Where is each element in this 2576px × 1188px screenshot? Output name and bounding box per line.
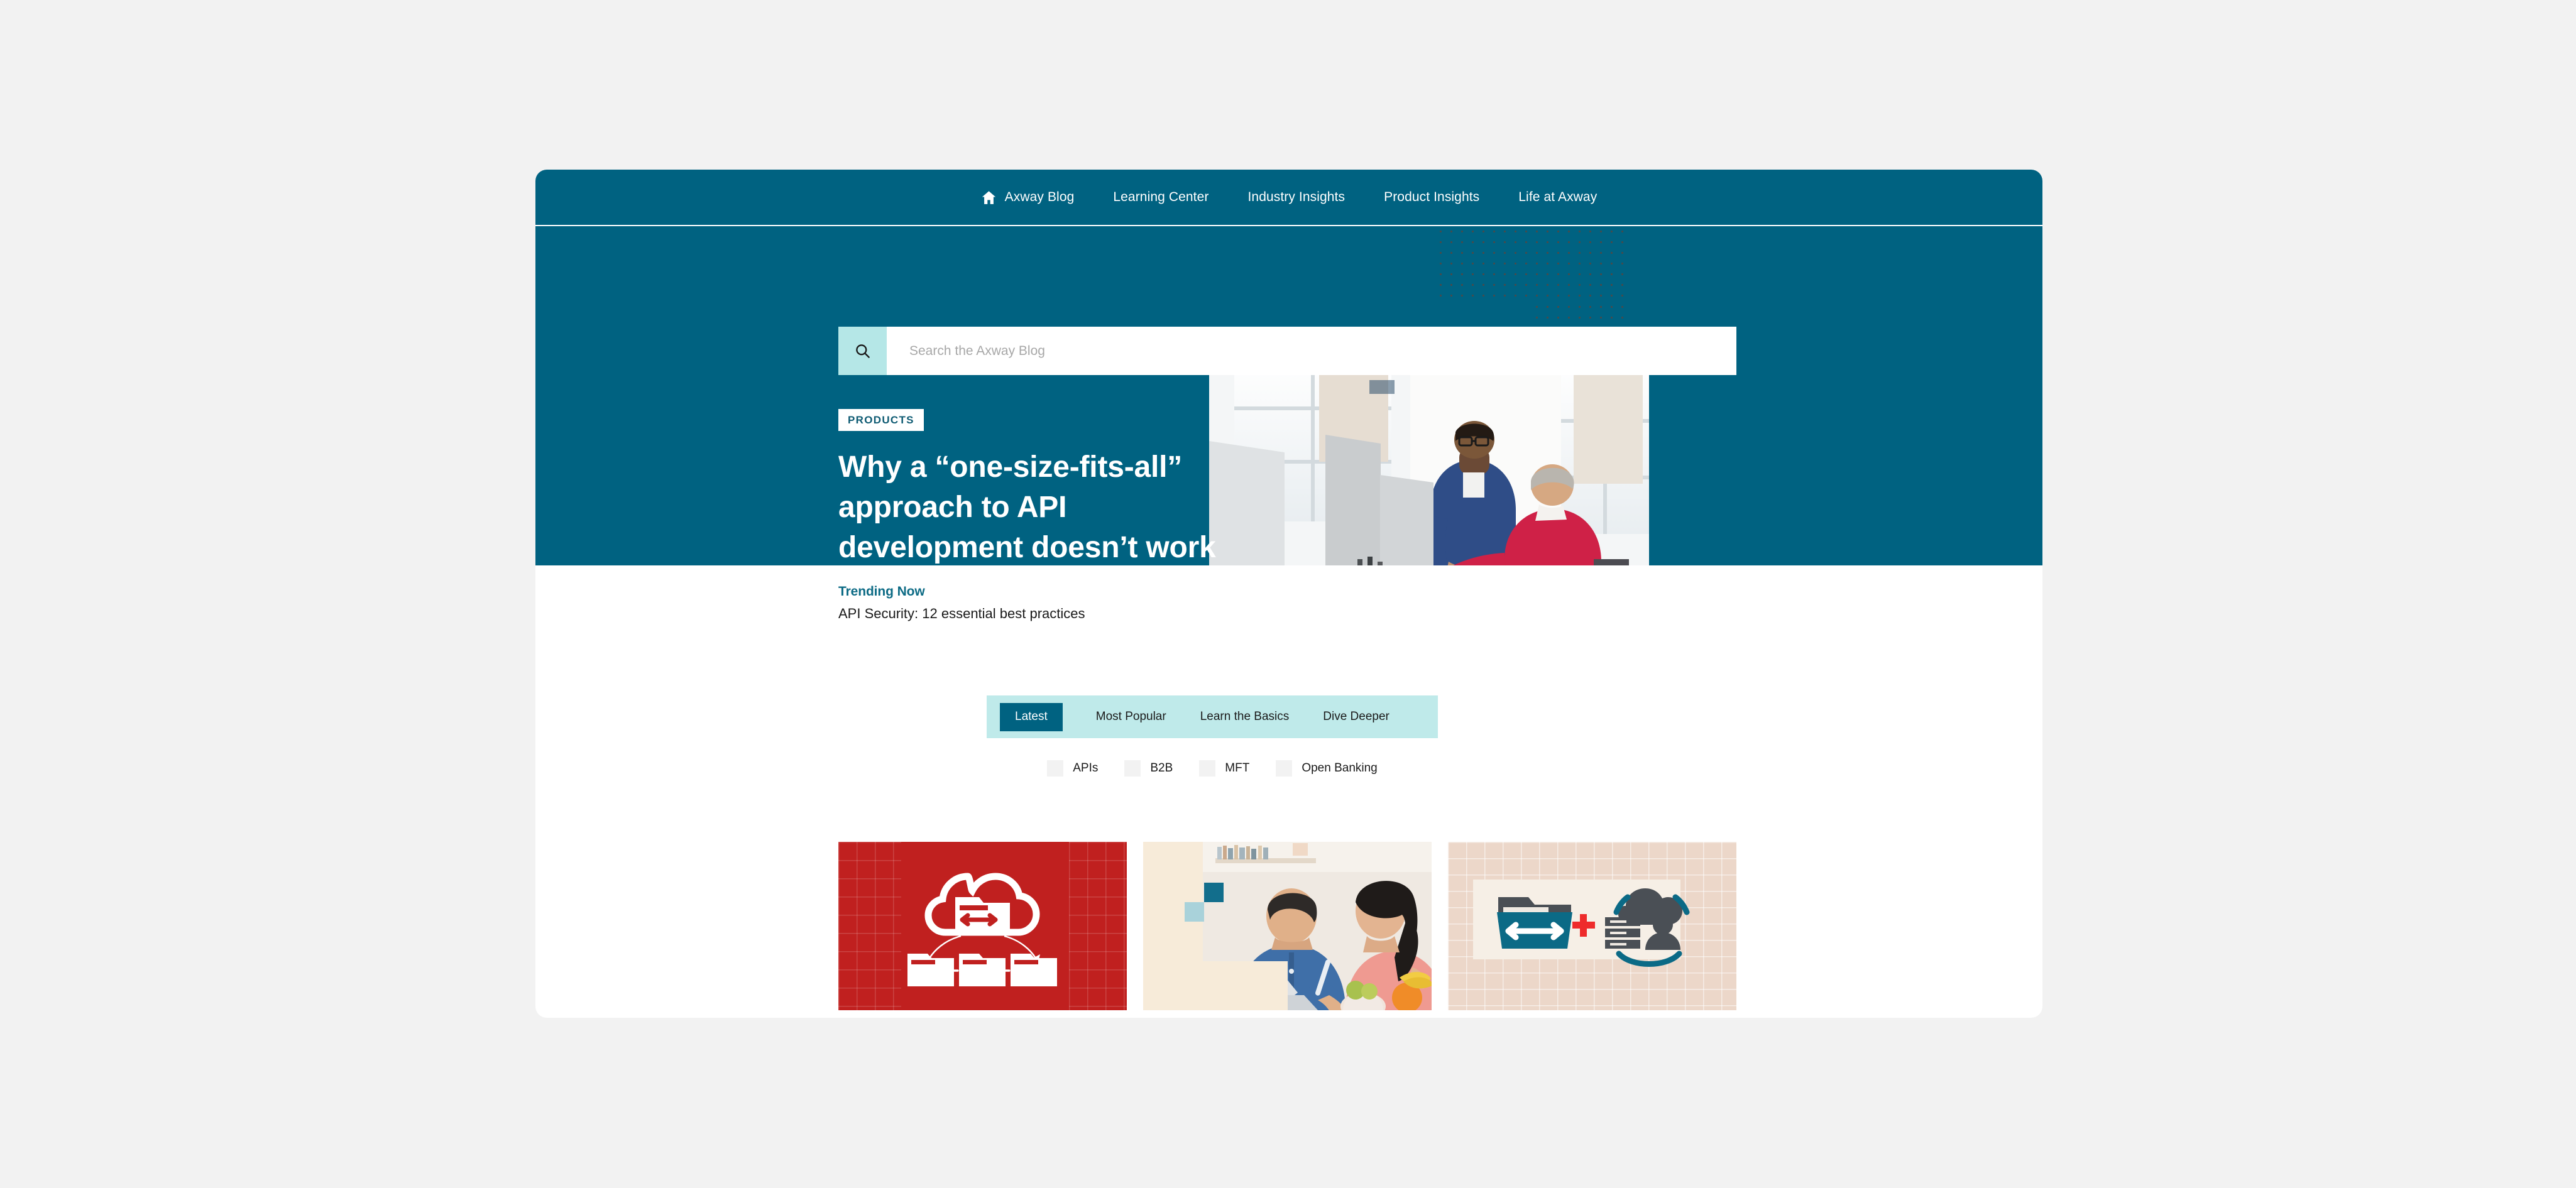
article-card[interactable]: [1143, 842, 1432, 1015]
top-navigation-bar: Axway Blog Learning Center Industry Insi…: [535, 170, 2042, 225]
filter-label: APIs: [1073, 761, 1099, 775]
hero-section: PRODUCTS Why a “one-size-fits-all” appro…: [535, 226, 2042, 565]
search-icon: [856, 344, 870, 358]
card-artwork-file-transfer-plus-cloud: [1448, 842, 1736, 1010]
nav-label: Product Insights: [1384, 190, 1480, 204]
checkbox[interactable]: [1047, 760, 1064, 777]
nav-label: Axway Blog: [1004, 190, 1075, 204]
filter-open-banking[interactable]: Open Banking: [1276, 760, 1378, 777]
nav-item-axway-blog[interactable]: Axway Blog: [962, 190, 1094, 205]
checkbox[interactable]: [1276, 760, 1293, 777]
checkbox[interactable]: [1199, 760, 1216, 777]
content-tab-bar: Latest Most Popular Learn the Basics Div…: [987, 695, 1438, 738]
nav-label: Industry Insights: [1247, 190, 1346, 204]
hero-article-title[interactable]: Why a “one-size-fits-all” approach to AP…: [838, 447, 1241, 565]
article-card-grid: [838, 842, 1736, 1015]
tab-label: Latest: [1015, 710, 1048, 723]
decorative-light-square: [1185, 902, 1204, 922]
nav-label: Learning Center: [1113, 190, 1209, 204]
nav-item-learning-center[interactable]: Learning Center: [1093, 190, 1228, 205]
blog-page-card: Axway Blog Learning Center Industry Insi…: [535, 170, 2042, 1018]
hero-article-image-lower: [1255, 410, 1649, 565]
hero-article-text: PRODUCTS Why a “one-size-fits-all” appro…: [838, 409, 1278, 565]
search-input[interactable]: [887, 327, 1736, 375]
filter-label: MFT: [1225, 761, 1250, 775]
category-badge[interactable]: PRODUCTS: [838, 409, 924, 431]
nav-item-life-at-axway[interactable]: Life at Axway: [1499, 190, 1616, 205]
card-artwork-cloud-file-transfer: [838, 842, 1127, 1010]
search-button[interactable]: [838, 327, 887, 375]
topic-filter-row: APIs B2B MFT Open Banking: [987, 760, 1438, 777]
tab-label: Most Popular: [1095, 710, 1166, 723]
trending-now-block: Trending Now API Security: 12 essential …: [838, 584, 1085, 622]
nav-item-product-insights[interactable]: Product Insights: [1364, 190, 1499, 205]
tab-latest[interactable]: Latest: [1000, 702, 1063, 731]
trending-now-link[interactable]: API Security: 12 essential best practice…: [838, 606, 1085, 622]
tab-learn-the-basics[interactable]: Learn the Basics: [1183, 703, 1307, 731]
filter-label: Open Banking: [1302, 761, 1378, 775]
article-card[interactable]: [838, 842, 1127, 1015]
tab-most-popular[interactable]: Most Popular: [1079, 703, 1183, 731]
tab-dive-deeper[interactable]: Dive Deeper: [1306, 703, 1406, 731]
home-icon: [982, 190, 995, 204]
decorative-teal-square: [1204, 883, 1224, 902]
decorative-dot-grid: [1435, 226, 1624, 302]
nav-item-industry-insights[interactable]: Industry Insights: [1228, 190, 1364, 205]
tab-label: Dive Deeper: [1323, 710, 1389, 723]
filter-apis[interactable]: APIs: [1047, 760, 1098, 777]
tab-label: Learn the Basics: [1200, 710, 1290, 723]
card-artwork-couple-at-laptop: [1143, 842, 1432, 1010]
blog-search: [838, 327, 1736, 375]
filter-b2b[interactable]: B2B: [1124, 760, 1173, 777]
trending-now-label: Trending Now: [838, 584, 925, 599]
filter-label: B2B: [1150, 761, 1173, 775]
checkbox[interactable]: [1124, 760, 1141, 777]
nav-label: Life at Axway: [1518, 190, 1598, 204]
filter-mft[interactable]: MFT: [1199, 760, 1249, 777]
article-card[interactable]: [1448, 842, 1736, 1015]
